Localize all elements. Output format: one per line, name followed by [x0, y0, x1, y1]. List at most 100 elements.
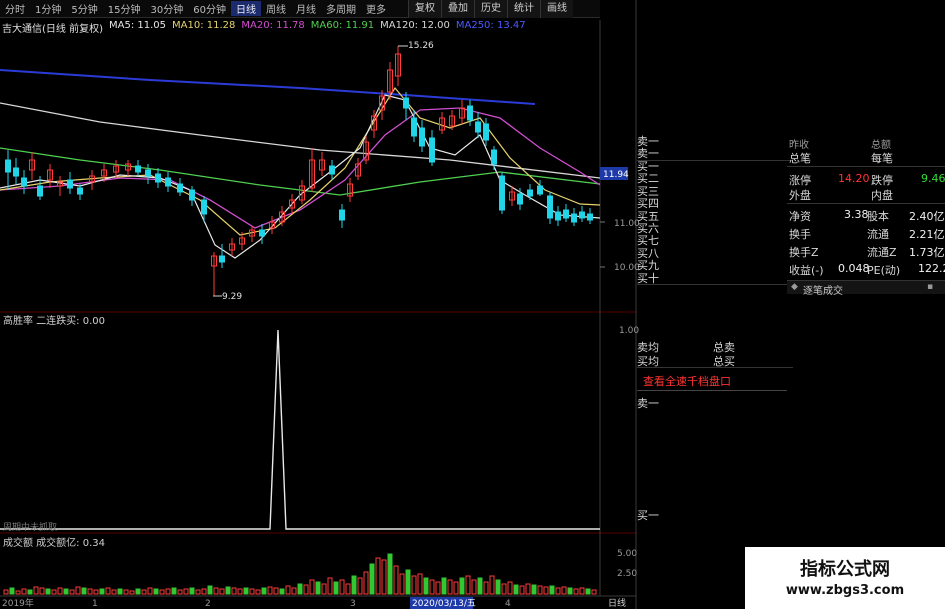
candle-body: [555, 211, 561, 221]
candle-body: [201, 199, 207, 215]
indicator-title: 高胜率 二连跌买: 0.00: [3, 314, 105, 327]
candle-body: [537, 185, 543, 195]
volume-bar: [417, 573, 423, 595]
candlesticks: [5, 46, 593, 296]
kline-chart-area[interactable]: 11.00 10.00 11.94 15.26 9.29 高胜率 二连跌买: 0…: [0, 0, 945, 609]
volume-bar: [27, 589, 33, 595]
candle-body: [189, 189, 195, 201]
float-shares-value: 2.21亿: [909, 228, 945, 241]
volume-bar: [51, 589, 57, 595]
volume-bar: [549, 585, 555, 595]
buy-level-row[interactable]: 买四: [637, 197, 793, 210]
pe-value: 122.2: [918, 262, 945, 275]
volume-bar: [63, 588, 69, 595]
volume-bar: [57, 587, 63, 595]
inner-volume-label: 内盘: [871, 189, 893, 202]
volume-bar: [15, 590, 21, 595]
buy-level-row[interactable]: 买十: [637, 272, 793, 285]
candle-body: [563, 209, 569, 219]
volume-bar: [471, 579, 477, 595]
date-label: 2: [205, 599, 211, 609]
site-watermark: 指标公式网 www.zbgs3.com: [745, 547, 945, 609]
volume-bar: [135, 588, 141, 595]
volume-bar: [87, 588, 93, 595]
volume-bar: [573, 588, 579, 595]
buy-level-row[interactable]: 买二: [637, 173, 793, 185]
volume-bar: [267, 586, 273, 595]
volume-bar: [429, 579, 435, 595]
turnover-label: 换手: [789, 228, 811, 241]
volume-bar: [345, 583, 351, 595]
volume-bar: [375, 557, 381, 595]
buy-avg-label: 买均: [637, 355, 659, 368]
volume-bar: [387, 553, 393, 595]
buy-level-row[interactable]: 买七: [637, 235, 793, 247]
volume-bar: [207, 585, 213, 595]
buy-level-row[interactable]: 买九: [637, 259, 793, 272]
volume-y-tick: 5.00: [617, 549, 637, 559]
pe-label: PE(动): [867, 264, 901, 277]
buy-level-row[interactable]: 买一: [637, 160, 793, 173]
volume-bar: [567, 587, 573, 595]
volume-bar: [351, 575, 357, 595]
candle-body: [429, 137, 435, 163]
volume-bar: [105, 587, 111, 595]
low-price-label: 9.29: [222, 292, 242, 302]
watermark-title: 指标公式网: [800, 559, 890, 580]
volume-bar: [21, 588, 27, 595]
total-amount-label: 总额: [871, 140, 891, 151]
volume-bar: [477, 577, 483, 595]
candle-body: [13, 167, 19, 177]
volume-bar: [153, 588, 159, 595]
volume-bar: [591, 589, 597, 595]
volume-bar: [99, 588, 105, 595]
candle-body: [177, 183, 183, 193]
sell-level-row[interactable]: 卖一: [637, 135, 793, 148]
total-buy-label: 总买: [713, 355, 735, 368]
candle-body: [499, 175, 505, 211]
volume-bar: [165, 588, 171, 595]
volume-bar: [141, 589, 147, 595]
volume-bar: [525, 583, 531, 595]
volume-bar: [237, 588, 243, 595]
sell-avg-row: 卖均 总卖: [637, 341, 793, 354]
view-all-depth-link[interactable]: 查看全速千档盘口: [643, 375, 799, 388]
limit-up-label: 涨停: [789, 174, 811, 187]
section-divider: [637, 390, 787, 391]
volume-bar: [579, 587, 585, 595]
candle-body: [21, 177, 27, 187]
volume-bar: [531, 584, 537, 595]
total-sell-label: 总卖: [713, 341, 735, 354]
total-trades-label: 总笔: [789, 152, 811, 165]
volume-bar: [123, 589, 129, 595]
buy-level-row[interactable]: 买五: [637, 210, 793, 223]
volume-bar: [177, 589, 183, 595]
sell-level-row[interactable]: 卖一: [637, 148, 793, 161]
volume-bar: [495, 579, 501, 595]
lower-sell-label[interactable]: 卖一: [637, 397, 793, 410]
volume-bar: [585, 588, 591, 595]
volume-bar: [39, 587, 45, 595]
more-options-icon[interactable]: ▪: [927, 282, 933, 292]
prev-close-label: 昨收: [789, 140, 809, 151]
volume-bar: [93, 589, 99, 595]
volume-bar: [465, 575, 471, 595]
volume-bar: [231, 587, 237, 595]
buy-level-row[interactable]: 买八: [637, 247, 793, 260]
volume-bar: [195, 589, 201, 595]
period-indicator: 日线: [608, 597, 626, 609]
lower-buy-label[interactable]: 买一: [637, 509, 793, 522]
trade-detail-header[interactable]: ◆ 逐笔成交 ▪: [787, 280, 945, 297]
volume-bar: [435, 581, 441, 595]
candle-body: [483, 123, 489, 141]
date-cursor-label: 2020/03/13/五: [412, 599, 476, 609]
order-book: 卖一 卖一 买一 买二 买三 买四 买五 买六 买七 买八 买九 买十 卖均 总…: [637, 135, 793, 609]
candle-body: [155, 173, 161, 183]
candle-body: [547, 195, 553, 219]
candle-body: [67, 179, 73, 189]
buy-level-row[interactable]: 买三: [637, 185, 793, 198]
buy-level-row[interactable]: 买六: [637, 222, 793, 235]
volume-bar: [459, 577, 465, 595]
indicator-footer: 周期中未抓取: [3, 521, 57, 533]
volume-bars: [3, 553, 597, 595]
